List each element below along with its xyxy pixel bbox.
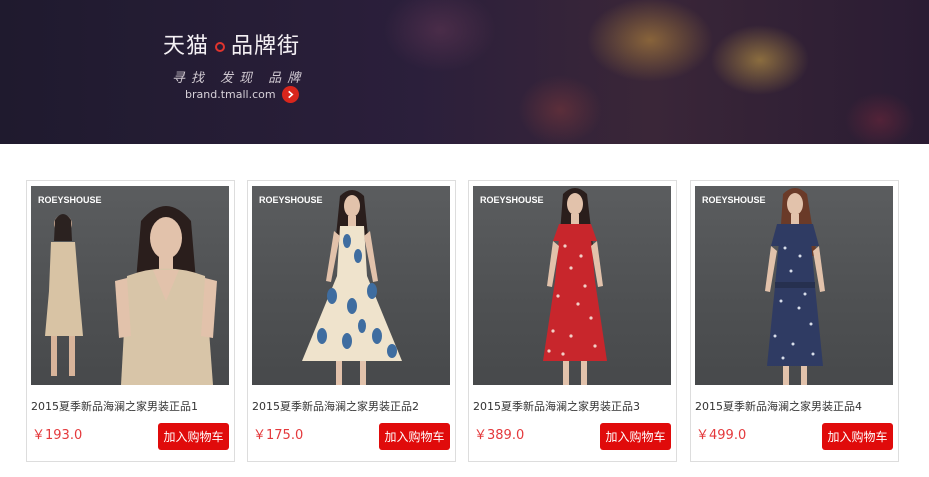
product-price: ￥175.0 (253, 428, 304, 443)
model-photo-beige (45, 206, 217, 385)
product-card[interactable]: ROEYSHOUSE 2015夏季新品海澜之家男装正品4 ￥499.0 加入购物… (690, 180, 899, 462)
product-name[interactable]: 2015夏季新品海澜之家男装正品3 (473, 398, 640, 414)
brand-dot-icon (215, 42, 226, 52)
product-name[interactable]: 2015夏季新品海澜之家男装正品2 (252, 398, 419, 414)
model-photo-blue-print (302, 190, 402, 385)
brand-slogan: 寻找 发现 品牌 (172, 71, 307, 86)
model-photo-navy-print (765, 188, 825, 385)
product-list: ROEYSHOUSE 2015夏季新品海澜之家男装正品1 ￥193.0 加入购物… (26, 180, 904, 462)
product-image[interactable]: ROEYSHOUSE (252, 186, 450, 385)
add-to-cart-button[interactable]: 加入购物车 (379, 423, 450, 450)
add-to-cart-button[interactable]: 加入购物车 (158, 423, 229, 450)
brand-url-link[interactable]: brand.tmall.com (185, 88, 276, 101)
brand-tmall-label: 天猫 (163, 34, 210, 59)
product-name[interactable]: 2015夏季新品海澜之家男装正品1 (31, 398, 198, 414)
brand-title: 天猫 品牌街 (163, 28, 301, 59)
brand-street-label: 品牌街 (231, 34, 301, 59)
add-to-cart-button[interactable]: 加入购物车 (600, 423, 671, 450)
product-card[interactable]: ROEYSHOUSE 2015夏季新品海澜之家男装正品3 ￥389.0 加入购物… (468, 180, 677, 462)
product-image[interactable]: ROEYSHOUSE (695, 186, 893, 385)
product-card[interactable]: ROEYSHOUSE 2015夏季新品海澜之家男装正品1 ￥193.0 加入购物… (26, 180, 235, 462)
brand-logo: ROEYSHOUSE (259, 195, 323, 205)
product-price: ￥499.0 (696, 428, 747, 443)
brand-banner: 天猫 品牌街 寻找 发现 品牌 brand.tmall.com (0, 0, 929, 144)
brand-logo: ROEYSHOUSE (38, 195, 102, 205)
product-name[interactable]: 2015夏季新品海澜之家男装正品4 (695, 398, 862, 414)
add-to-cart-button[interactable]: 加入购物车 (822, 423, 893, 450)
product-price: ￥389.0 (474, 428, 525, 443)
brand-logo: ROEYSHOUSE (480, 195, 544, 205)
model-photo-red-print (543, 188, 607, 385)
product-image[interactable]: ROEYSHOUSE (31, 186, 229, 385)
chevron-right-icon[interactable] (282, 86, 299, 103)
product-image[interactable]: ROEYSHOUSE (473, 186, 671, 385)
product-card[interactable]: ROEYSHOUSE 2015夏季新品海澜之家男装正品2 ￥175.0 加入购物… (247, 180, 456, 462)
product-price: ￥193.0 (32, 428, 83, 443)
brand-logo: ROEYSHOUSE (702, 195, 766, 205)
